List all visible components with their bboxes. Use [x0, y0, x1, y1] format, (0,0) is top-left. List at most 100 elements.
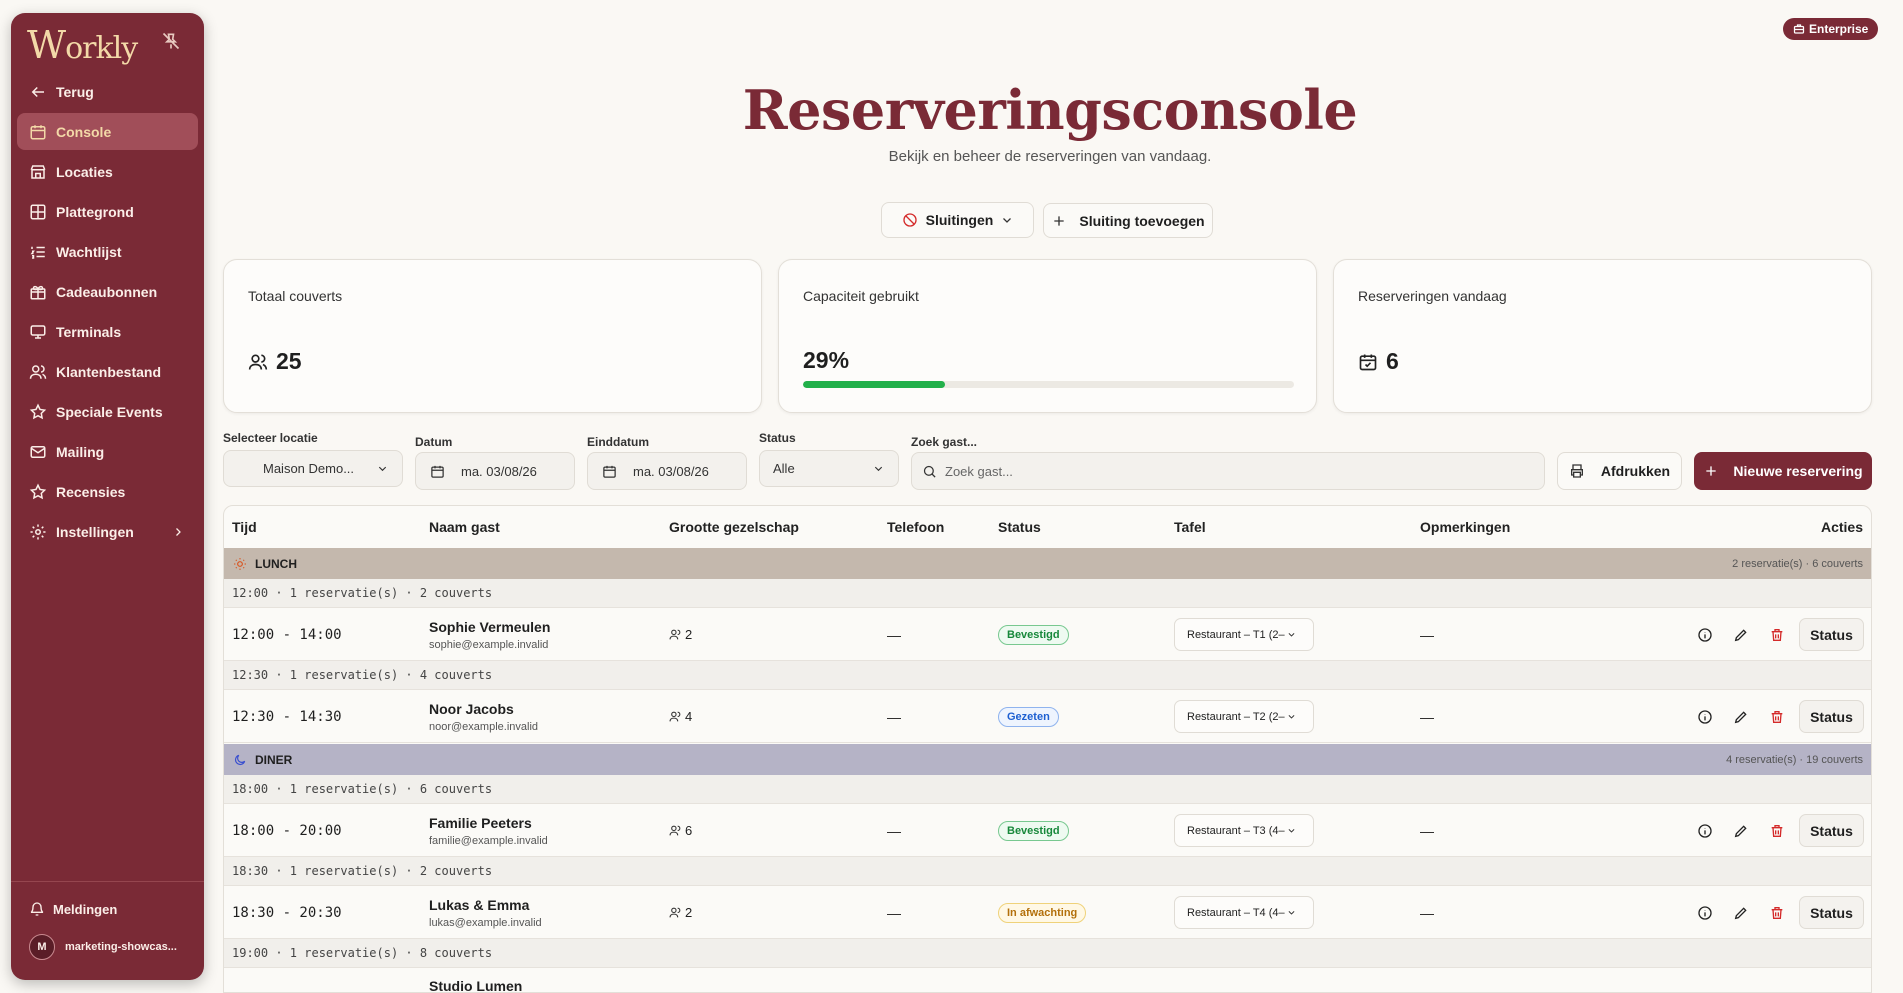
table-row[interactable]: 12:00 - 14:00 Sophie Vermeulen sophie@ex…	[224, 608, 1871, 661]
chevron-down-icon	[378, 466, 387, 472]
store-icon	[30, 164, 46, 179]
pencil-icon[interactable]	[1733, 823, 1749, 839]
unpin-icon[interactable]	[161, 31, 181, 51]
col-phone: Telefoon	[887, 519, 945, 535]
pencil-icon[interactable]	[1733, 627, 1749, 643]
calendar-icon	[431, 465, 444, 478]
table-row[interactable]: 12:30 - 14:30 Noor Jacobs noor@example.i…	[224, 690, 1871, 743]
trash-icon[interactable]	[1769, 627, 1785, 643]
status-button[interactable]: Status	[1799, 618, 1864, 651]
info-icon[interactable]	[1697, 823, 1713, 839]
table-row[interactable]: 18:00 - 20:00 Familie Peeters familie@ex…	[224, 804, 1871, 857]
group-diner: DINER 4 reservatie(s) · 19 couverts	[224, 744, 1871, 775]
sidebar-footer: Meldingen M marketing-showcas...	[11, 881, 204, 966]
table-select[interactable]: Restaurant – T1 (2–	[1174, 618, 1314, 651]
sidebar-item-label: Plattegrond	[56, 203, 134, 220]
table-select[interactable]: Restaurant – T4 (4–	[1174, 896, 1314, 929]
chevron-down-icon	[1288, 633, 1295, 637]
enddate-picker[interactable]: ma. 03/08/26	[587, 452, 747, 490]
avatar: M	[29, 934, 55, 960]
info-icon[interactable]	[1697, 905, 1713, 921]
user-menu[interactable]: M marketing-showcas...	[11, 928, 204, 966]
location-value: Maison Demo...	[263, 461, 355, 476]
calendar-icon	[603, 465, 616, 478]
sidebar-item-speciale-events[interactable]: Speciale Events	[17, 393, 198, 430]
party-size-value: 4	[685, 709, 693, 724]
reservations-table: Tijd Naam gast Grootte gezelschap Telefo…	[223, 505, 1872, 993]
status-badge: Gezeten	[998, 707, 1059, 727]
capacity-value: 29%	[803, 347, 850, 373]
plus-icon	[1706, 466, 1717, 476]
search-input[interactable]: Zoek gast...	[911, 452, 1545, 490]
sidebar-item-terminals[interactable]: Terminals	[17, 313, 198, 350]
add-closure-button[interactable]: Sluiting toevoegen	[1043, 203, 1213, 238]
sun-icon	[234, 557, 246, 570]
table-select[interactable]: Restaurant – T2 (2–	[1174, 700, 1314, 733]
sidebar-item-recensies[interactable]: Recensies	[17, 473, 198, 510]
closures-dropdown-button[interactable]: Sluitingen	[881, 202, 1034, 238]
phone: —	[887, 823, 901, 839]
sidebar-item-plattegrond[interactable]: Plattegrond	[17, 193, 198, 230]
add-closure-label: Sluiting toevoegen	[1079, 212, 1205, 229]
sidebar-item-label: Locaties	[56, 163, 113, 180]
col-table: Tafel	[1174, 519, 1206, 535]
sidebar-item-wachtlijst[interactable]: Wachtlijst	[17, 233, 198, 270]
printer-icon	[1570, 464, 1583, 478]
closures-label: Sluitingen	[925, 212, 994, 228]
date-picker[interactable]: ma. 03/08/26	[415, 452, 575, 490]
print-button[interactable]: Afdrukken	[1557, 452, 1682, 490]
star-icon	[29, 483, 47, 499]
time-slot: 18:00 · 1 reservatie(s) · 6 couverts	[224, 775, 1871, 804]
remarks: —	[1420, 627, 1434, 643]
status-badge: Bevestigd	[998, 625, 1069, 645]
status-button[interactable]: Status	[1799, 896, 1864, 929]
pencil-icon[interactable]	[1733, 709, 1749, 725]
table-select-value: Restaurant – T1 (2–	[1187, 628, 1285, 641]
party-size: 4	[669, 709, 692, 724]
guest-name: Familie Peeters	[429, 815, 532, 831]
row-time: 12:00 - 14:00	[232, 627, 342, 643]
status-label: Status	[759, 431, 796, 445]
sidebar-item-cadeaubonnen[interactable]: Cadeaubonnen	[17, 273, 198, 310]
print-label: Afdrukken	[1600, 463, 1671, 479]
slot-label: 18:30 · 1 reservatie(s) · 2 couverts	[232, 864, 493, 878]
table-select[interactable]: Restaurant – T3 (4–	[1174, 814, 1314, 847]
trash-icon[interactable]	[1769, 823, 1785, 839]
sidebar-item-label: Klantenbestand	[56, 363, 162, 380]
status-button[interactable]: Status	[1799, 700, 1864, 733]
phone: —	[887, 709, 901, 725]
group-summary: 4 reservatie(s) · 19 couverts	[1726, 753, 1863, 766]
sidebar-item-klantenbestand[interactable]: Klantenbestand	[17, 353, 198, 390]
pencil-icon[interactable]	[1733, 905, 1749, 921]
search-placeholder: Zoek gast...	[945, 463, 1013, 479]
location-select[interactable]: Maison Demo...	[223, 450, 403, 487]
guest-name: Lukas & Emma	[429, 897, 530, 913]
sidebar-item-mailing[interactable]: Mailing	[17, 433, 198, 470]
group-name: DINER	[255, 752, 293, 767]
users-icon	[669, 825, 681, 836]
table-row[interactable]: Studio Lumen	[224, 968, 1871, 993]
sidebar-item-label: Terminals	[56, 323, 122, 340]
info-icon[interactable]	[1697, 627, 1713, 643]
status-button[interactable]: Status	[1799, 814, 1864, 847]
party-size-value: 2	[685, 905, 693, 920]
info-icon[interactable]	[1697, 709, 1713, 725]
guest-email: sophie@example.invalid	[429, 639, 549, 651]
guest-email: noor@example.invalid	[429, 721, 539, 733]
status-value: Alle	[773, 461, 795, 476]
time-slot: 19:00 · 1 reservatie(s) · 8 couverts	[224, 939, 1871, 968]
sidebar-item-instellingen[interactable]: Instellingen	[17, 513, 198, 550]
notifications-button[interactable]: Meldingen	[11, 890, 204, 928]
new-reservation-label: Nieuwe reservering	[1733, 463, 1863, 479]
users-icon	[669, 629, 681, 640]
status-select[interactable]: Alle	[759, 450, 899, 487]
new-reservation-button[interactable]: Nieuwe reservering	[1694, 452, 1872, 490]
sidebar-item-label: Wachtlijst	[56, 243, 122, 260]
trash-icon[interactable]	[1769, 905, 1785, 921]
table-row[interactable]: 18:30 - 20:30 Lukas & Emma lukas@example…	[224, 886, 1871, 939]
location-label: Selecteer locatie	[223, 431, 318, 445]
stat-label: Capaciteit gebruikt	[803, 288, 919, 304]
table-select-value: Restaurant – T2 (2–	[1187, 710, 1285, 723]
trash-icon[interactable]	[1769, 709, 1785, 725]
guest-name: Studio Lumen	[429, 978, 523, 993]
